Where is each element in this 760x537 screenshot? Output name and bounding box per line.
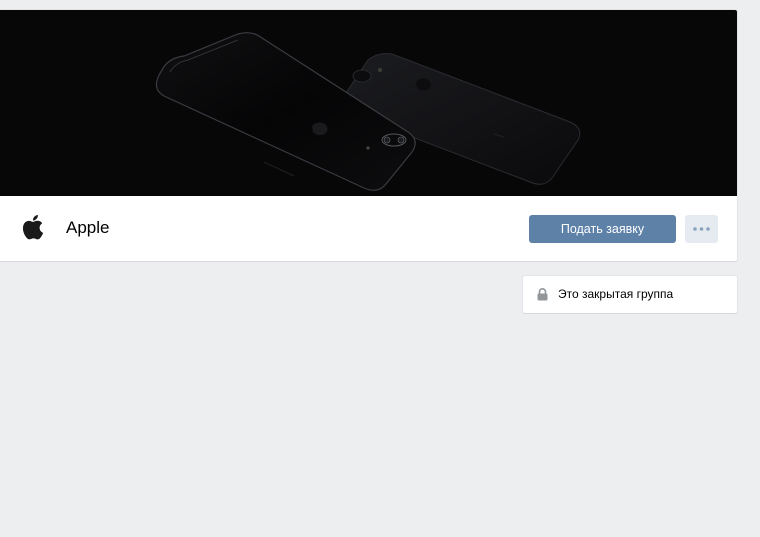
apply-to-join-button[interactable]: Подать заявку [529,215,676,243]
closed-group-notice: Это закрытая группа [523,276,737,313]
cover-phones-illustration [155,32,581,191]
more-dots-icon [693,227,710,231]
more-actions-button[interactable] [685,215,718,243]
group-header-card: Apple Подать заявку [0,10,737,261]
cover-image [0,10,737,196]
closed-group-label: Это закрытая группа [558,287,674,301]
lock-icon [537,288,548,301]
apple-logo-icon[interactable] [20,213,44,241]
group-header-row: Apple Подать заявку [0,196,737,261]
group-name: Apple [66,218,110,237]
